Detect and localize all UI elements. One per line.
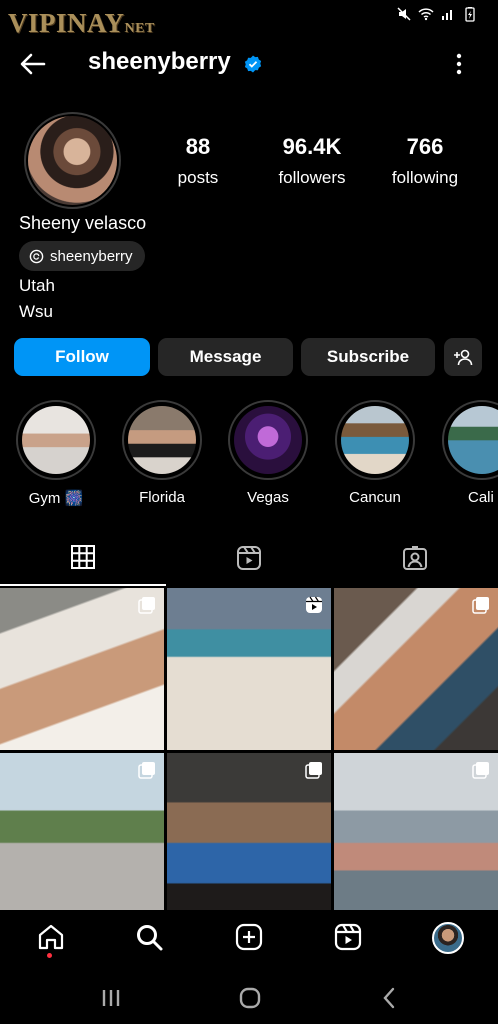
carousel-icon — [305, 762, 322, 779]
highlight-cover — [341, 406, 409, 474]
highlight-cali[interactable]: Cali — [440, 400, 498, 506]
wifi-icon — [418, 8, 434, 21]
recents-icon — [102, 990, 120, 1006]
header-username: sheenyberry — [88, 48, 231, 75]
profile-full-name: Sheeny velasco — [19, 213, 147, 233]
recents-button[interactable] — [99, 986, 123, 1015]
highlight-label: Cali — [468, 489, 494, 506]
highlight-gym[interactable]: Gym 🎆 — [14, 400, 98, 507]
mute-icon — [397, 7, 411, 21]
threads-icon — [29, 249, 44, 263]
highlight-label: Vegas — [247, 489, 289, 506]
highlight-cover — [22, 406, 90, 474]
stat-label: followers — [278, 168, 346, 187]
subscribe-button[interactable]: Subscribe — [301, 338, 435, 376]
tab-posts-grid[interactable] — [0, 530, 166, 586]
profile-photo — [28, 116, 117, 205]
follow-button[interactable]: Follow — [14, 338, 150, 376]
stat-followers[interactable]: 96.4K followers — [268, 134, 356, 188]
highlight-cancun[interactable]: Cancun — [333, 400, 417, 506]
carousel-icon — [138, 762, 155, 779]
highlight-ring — [16, 400, 96, 480]
highlight-ring — [122, 400, 202, 480]
nav-create[interactable] — [234, 922, 264, 952]
nav-reels[interactable] — [333, 922, 363, 952]
nav-profile[interactable] — [432, 922, 464, 954]
highlight-label: Florida — [139, 489, 185, 506]
highlight-label: Cancun — [349, 489, 401, 506]
highlight-cover — [128, 406, 196, 474]
battery-icon — [465, 7, 475, 22]
status-bar: VIPINAYNET — [0, 0, 498, 38]
threads-link[interactable]: sheenyberry — [19, 241, 145, 271]
profile-header: sheenyberry — [0, 42, 498, 86]
carousel-icon — [472, 597, 489, 614]
stat-posts[interactable]: 88 posts — [168, 134, 228, 188]
notification-dot — [47, 953, 52, 958]
profile-avatar[interactable] — [24, 112, 121, 209]
tab-reels[interactable] — [166, 530, 332, 586]
stat-label: posts — [177, 168, 219, 187]
home-icon — [38, 924, 64, 950]
back-button[interactable] — [378, 986, 402, 1015]
post-thumbnail[interactable] — [334, 588, 498, 750]
stat-value: 96.4K — [282, 134, 342, 159]
highlight-label: Gym 🎆 — [28, 490, 84, 507]
arrow-left-icon[interactable] — [18, 50, 48, 78]
verified-badge-icon — [244, 55, 262, 73]
posts-grid — [0, 588, 498, 915]
tagged-icon — [403, 546, 427, 570]
highlight-ring — [442, 400, 498, 480]
stat-value: 766 — [406, 134, 444, 159]
bio-line: Utah — [19, 276, 55, 295]
threads-handle: sheenyberry — [50, 247, 133, 265]
more-vertical-icon[interactable] — [452, 50, 466, 78]
suggested-users-button[interactable] — [444, 338, 482, 376]
post-thumbnail[interactable] — [334, 753, 498, 915]
search-icon — [137, 925, 163, 951]
reel-indicator-icon — [306, 596, 322, 613]
tab-tagged[interactable] — [332, 530, 498, 586]
message-button[interactable]: Message — [158, 338, 293, 376]
post-thumbnail[interactable] — [167, 588, 331, 750]
post-thumbnail[interactable] — [0, 753, 164, 915]
post-thumbnail[interactable] — [167, 753, 331, 915]
create-icon — [235, 923, 263, 951]
stat-value: 88 — [185, 134, 211, 159]
reels-icon — [237, 546, 261, 570]
add-person-icon — [454, 349, 473, 366]
profile-avatar — [432, 922, 464, 954]
stat-label: following — [391, 168, 459, 187]
bio-line: Wsu — [19, 302, 53, 321]
grid-icon — [71, 545, 95, 569]
back-chevron-icon — [383, 987, 395, 1009]
signal-icon — [442, 10, 452, 20]
bottom-navigation — [0, 910, 498, 966]
stat-following[interactable]: 766 following — [384, 134, 466, 188]
status-icons — [396, 6, 478, 22]
home-button[interactable] — [238, 986, 262, 1015]
system-navigation — [0, 972, 498, 1024]
carousel-icon — [472, 762, 489, 779]
highlight-ring — [228, 400, 308, 480]
watermark-suffix: NET — [124, 21, 155, 36]
watermark-text: VIPINAY — [8, 8, 125, 38]
highlight-florida[interactable]: Florida — [120, 400, 204, 506]
highlight-cover — [234, 406, 302, 474]
highlight-cover — [448, 406, 498, 474]
carousel-icon — [138, 597, 155, 614]
highlight-ring — [335, 400, 415, 480]
nav-search[interactable] — [134, 922, 164, 952]
highlight-vegas[interactable]: Vegas — [226, 400, 310, 506]
post-thumbnail[interactable] — [0, 588, 164, 750]
home-circle-icon — [239, 987, 261, 1009]
nav-home[interactable] — [36, 922, 66, 952]
reels-icon — [334, 923, 362, 951]
profile-tabs — [0, 530, 498, 586]
watermark-logo: VIPINAYNET — [8, 8, 155, 39]
